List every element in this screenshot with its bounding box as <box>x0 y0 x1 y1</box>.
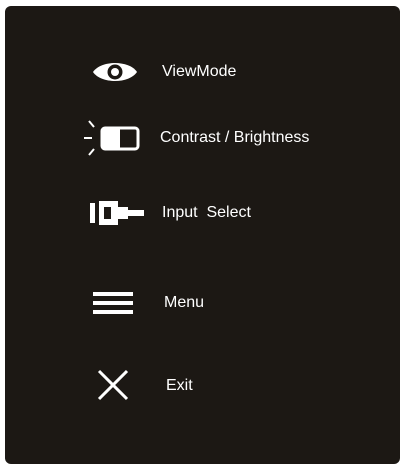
close-icon <box>81 361 151 411</box>
hamburger-menu-icon <box>81 278 151 328</box>
osd-menu-panel: ViewMode Contrast / Brightness Input Sel… <box>5 6 400 464</box>
menu-item-exit[interactable]: Exit <box>5 361 400 411</box>
menu-item-label: ViewMode <box>162 63 237 80</box>
menu-item-viewmode[interactable]: ViewMode <box>5 47 400 97</box>
menu-item-contrast-brightness[interactable]: Contrast / Brightness <box>5 113 400 163</box>
menu-item-label: Menu <box>164 294 205 311</box>
eye-icon <box>81 47 151 97</box>
input-connector-icon <box>81 188 151 238</box>
menu-item-input-select[interactable]: Input Select <box>5 188 400 238</box>
menu-item-label: Input Select <box>162 204 251 221</box>
menu-item-label: Contrast / Brightness <box>160 129 310 146</box>
menu-item-menu[interactable]: Menu <box>5 278 400 328</box>
contrast-brightness-icon <box>81 113 151 163</box>
menu-item-label: Exit <box>166 377 193 394</box>
